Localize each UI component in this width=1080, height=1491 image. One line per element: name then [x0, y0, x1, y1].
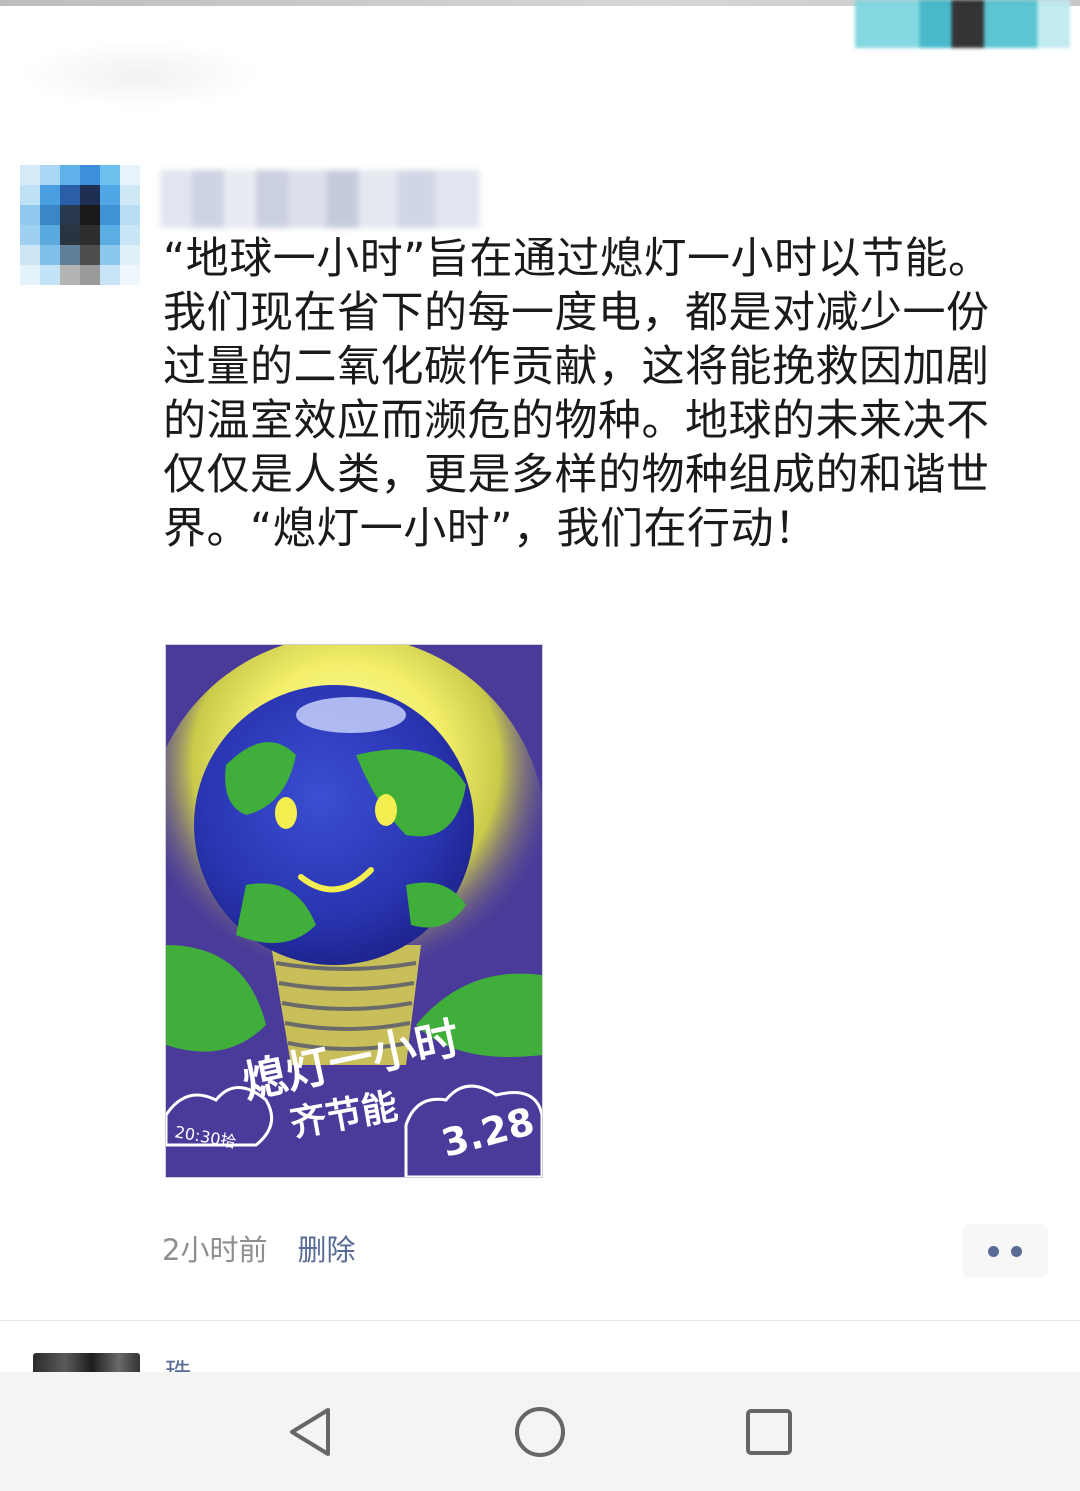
- home-circle-icon: [515, 1406, 565, 1457]
- avatar-pixel: [120, 185, 140, 205]
- avatar-pixel: [120, 205, 140, 225]
- avatar-pixel: [100, 265, 120, 285]
- avatar-pixel: [80, 205, 100, 225]
- avatar-pixel: [20, 245, 40, 265]
- recents-button[interactable]: [709, 1372, 829, 1491]
- avatar-pixel: [120, 245, 140, 265]
- delete-button[interactable]: 删除: [297, 1227, 355, 1269]
- previous-post-image[interactable]: [855, 0, 1070, 48]
- avatar-pixel: [20, 225, 40, 245]
- avatar-pixel: [40, 245, 60, 265]
- avatar-pixel: [40, 225, 60, 245]
- avatar-pixel: [60, 205, 80, 225]
- avatar-pixel: [60, 265, 80, 285]
- avatar-pixel: [60, 165, 80, 185]
- avatar-pixel: [100, 185, 120, 205]
- avatar-pixel: [20, 185, 40, 205]
- system-navigation-bar: [0, 1372, 1080, 1491]
- avatar[interactable]: [20, 165, 140, 285]
- avatar-pixel: [40, 265, 60, 285]
- blurred-area: [20, 40, 260, 110]
- avatar-pixel: [20, 205, 40, 225]
- avatar-pixel: [40, 165, 60, 185]
- author-name[interactable]: [160, 170, 480, 228]
- avatar-pixel: [100, 205, 120, 225]
- avatar-pixel: [120, 165, 140, 185]
- avatar-pixel: [60, 245, 80, 265]
- back-button[interactable]: [250, 1372, 370, 1491]
- avatar-pixel: [20, 165, 40, 185]
- post-text: “地球一小时”旨在通过熄灯一小时以节能。我们现在省下的每一度电，都是对减少一份过…: [163, 234, 992, 554]
- avatar-pixel: [100, 225, 120, 245]
- more-dots-icon: [1011, 1245, 1022, 1257]
- avatar-pixel: [120, 265, 140, 285]
- avatar-pixel: [80, 245, 100, 265]
- recents-square-icon: [746, 1408, 792, 1455]
- avatar-pixel: [120, 225, 140, 245]
- home-button[interactable]: [480, 1372, 600, 1491]
- moments-feed: “地球一小时”旨在通过熄灯一小时以节能。我们现在省下的每一度电，都是对减少一份过…: [0, 0, 1080, 1491]
- avatar-pixel: [100, 245, 120, 265]
- avatar-pixel: [80, 165, 100, 185]
- more-button[interactable]: [962, 1224, 1048, 1278]
- avatar-pixel: [60, 185, 80, 205]
- avatar-pixel: [40, 205, 60, 225]
- more-dots-icon: [988, 1245, 999, 1257]
- avatar-pixel: [20, 265, 40, 285]
- avatar-pixel: [80, 185, 100, 205]
- avatar-pixel: [80, 265, 100, 285]
- post-meta: 2小时前 删除: [162, 1228, 355, 1268]
- back-triangle-icon: [290, 1407, 330, 1456]
- avatar-pixel: [40, 185, 60, 205]
- avatar-pixel: [80, 225, 100, 245]
- post-divider: [0, 1320, 1080, 1321]
- avatar-pixel: [60, 225, 80, 245]
- post-image[interactable]: 熄灯一小时 齐节能 20:30拾 3.28: [165, 644, 543, 1178]
- post-time: 2小时前: [162, 1233, 268, 1267]
- avatar-pixel: [100, 165, 120, 185]
